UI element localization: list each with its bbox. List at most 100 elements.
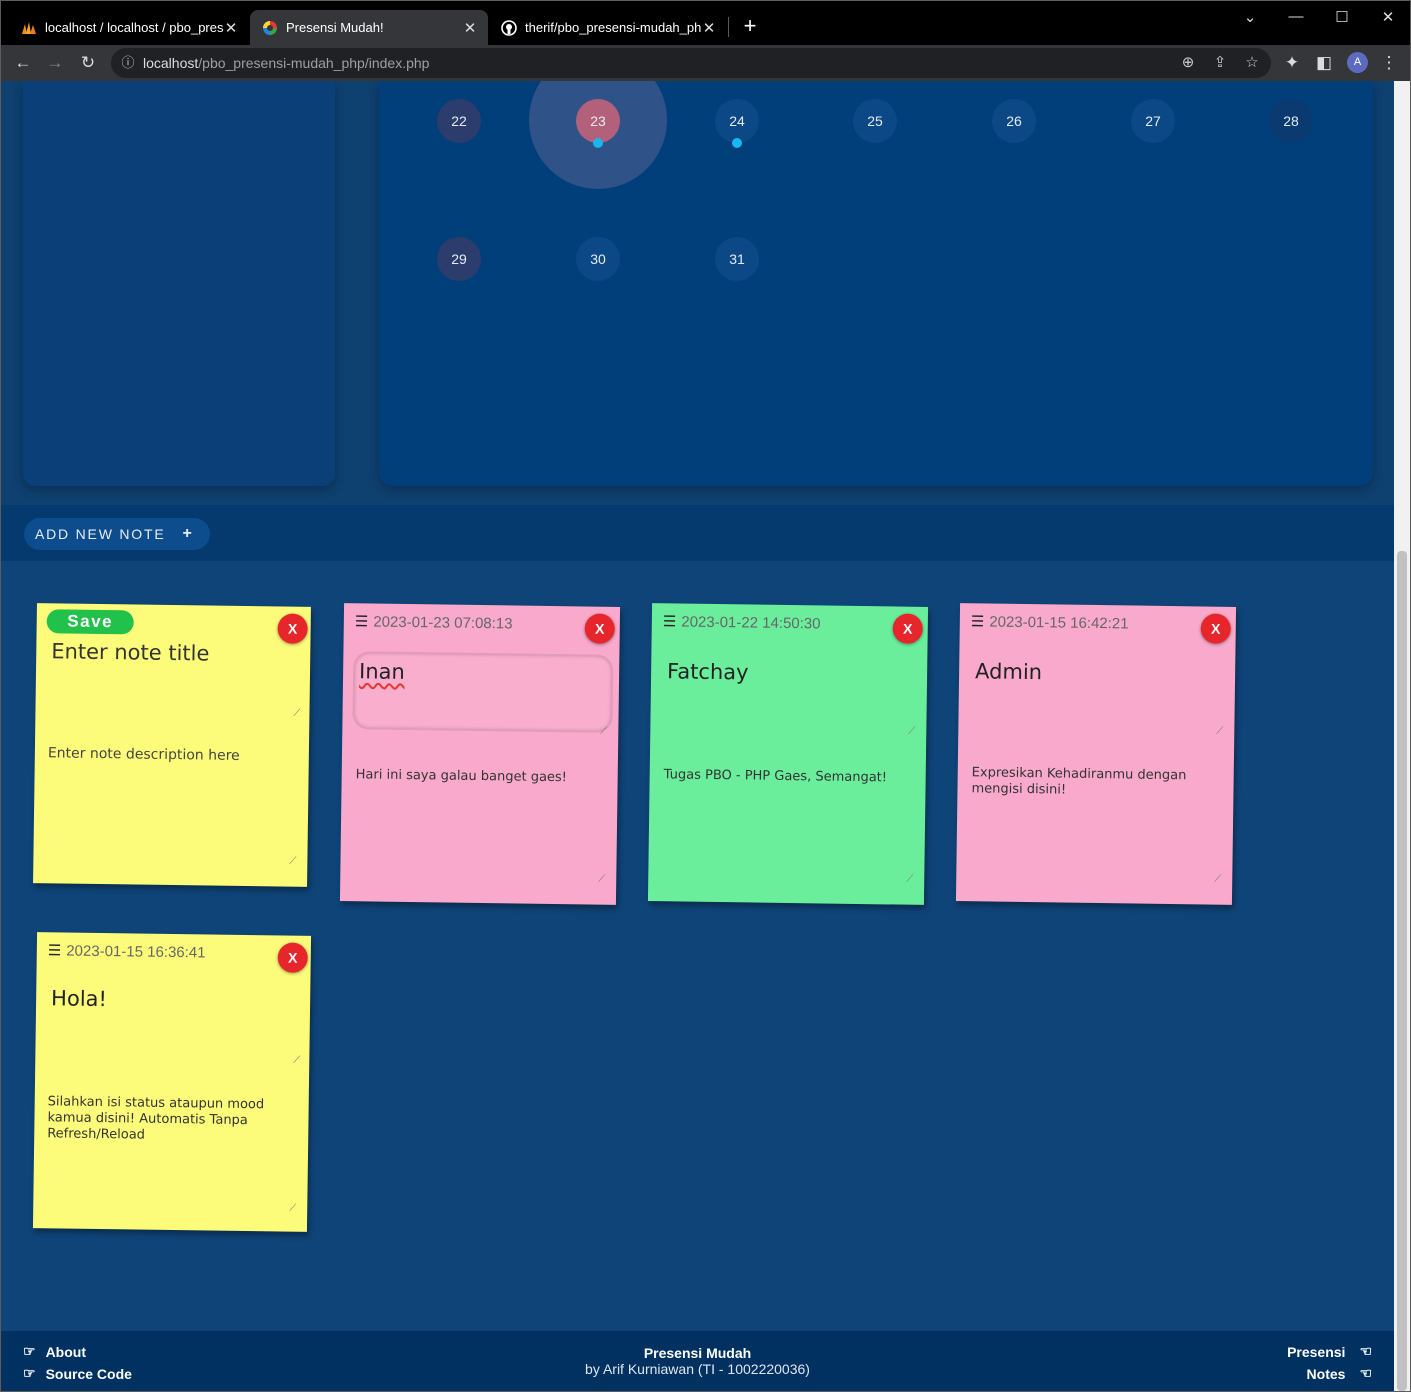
- tab-presensi-mudah[interactable]: Presensi Mudah! ✕: [250, 10, 488, 45]
- address-bar[interactable]: ⓘ localhost/pbo_presensi-mudah_php/index…: [111, 48, 1271, 78]
- pointing-hand-icon: ☜: [1359, 1365, 1372, 1381]
- delete-note-button[interactable]: X: [277, 613, 308, 644]
- resize-grip-icon[interactable]: ⟋: [293, 1055, 303, 1066]
- calendar-day[interactable]: 24: [715, 99, 759, 143]
- add-note-label: ADD NEW NOTE: [35, 526, 166, 542]
- note-card: ☰ 2023-01-15 16:36:41 X Hola! ⟋ Silahkan …: [32, 932, 312, 1232]
- resize-grip-icon[interactable]: ⟋: [598, 874, 608, 885]
- resize-grip-icon[interactable]: ⟋: [289, 856, 299, 867]
- dashboard-area: 22 23 24 25 26 27 28 29 30 31: [1, 81, 1394, 505]
- footer-byline: by Arif Kurniawan (TI - 1002220036): [585, 1361, 810, 1377]
- close-window-icon[interactable]: ✕: [1376, 8, 1400, 26]
- footer: ☞ About ☞ Source Code Presensi Mudah by Ar…: [1, 1331, 1394, 1391]
- save-button[interactable]: Save: [46, 609, 134, 635]
- note-card: ☰ 2023-01-15 16:42:21 X Admin ⟋ Expresika…: [955, 603, 1237, 905]
- notes-label: Notes: [1306, 1365, 1346, 1382]
- notes-link[interactable]: Notes ☜: [1307, 1365, 1372, 1382]
- tab-phpmyadmin[interactable]: localhost / localhost / pbo_presensi_mud…: [9, 10, 249, 45]
- tab-search-icon[interactable]: ⌄: [1238, 8, 1262, 26]
- note-description[interactable]: Expresikan Kehadiranmu dengan mengisi di…: [971, 765, 1211, 800]
- footer-title: Presensi Mudah: [643, 1345, 752, 1361]
- note-timestamp: 2023-01-23 07:08:13: [373, 612, 513, 632]
- browser-toolbar: ← → ↻ ⓘ localhost/pbo_presensi-mudah_php…: [1, 45, 1410, 81]
- note-timestamp: 2023-01-22 14:50:30: [681, 612, 821, 632]
- calendar-day[interactable]: 22: [437, 99, 481, 143]
- presensi-label: Presensi: [1287, 1343, 1346, 1360]
- side-panel-icon[interactable]: ◧: [1314, 53, 1334, 73]
- note-card: ☰ 2023-01-22 14:50:30 X Fatchay ⟋ Tugas P…: [647, 603, 929, 905]
- tab-github[interactable]: therif/pbo_presensi-mudah_php: Mini ✕: [489, 10, 727, 45]
- note-title-input[interactable]: Enter note title: [51, 639, 209, 665]
- calendar-day[interactable]: 28: [1269, 99, 1313, 143]
- calendar-day[interactable]: 27: [1131, 99, 1175, 143]
- drag-handle-icon[interactable]: ☰: [48, 941, 62, 959]
- calendar-day[interactable]: 29: [437, 237, 481, 281]
- delete-note-button[interactable]: X: [1200, 613, 1231, 644]
- delete-note-button[interactable]: X: [277, 942, 308, 973]
- zoom-icon[interactable]: ⊕: [1178, 53, 1198, 73]
- back-icon[interactable]: ←: [13, 53, 33, 73]
- resize-grip-icon[interactable]: ⟋: [1216, 726, 1226, 737]
- note-title-input[interactable]: Inan: [359, 659, 405, 684]
- calendar-day[interactable]: 30: [576, 237, 620, 281]
- note-description[interactable]: Hari ini saya galau banget gaes!: [356, 767, 567, 786]
- tab-title: therif/pbo_presensi-mudah_php: Mini: [525, 20, 701, 35]
- new-note-card: Save X Enter note title ⟋ Enter note des…: [33, 603, 311, 887]
- site-info-icon[interactable]: ⓘ: [118, 53, 138, 73]
- note-indicator-dot: [732, 138, 742, 148]
- scrollbar-thumb[interactable]: [1397, 551, 1407, 1391]
- calendar-day[interactable]: 26: [992, 99, 1036, 143]
- sidebar-panel: [23, 81, 335, 486]
- github-icon: [501, 19, 517, 36]
- note-card: ☰ 2023-01-23 07:08:13 X Inan ⟋ Hari ini s…: [339, 603, 621, 905]
- note-description-input[interactable]: Enter note description here: [48, 745, 240, 764]
- resize-grip-icon[interactable]: ⟋: [906, 874, 916, 885]
- forward-icon[interactable]: →: [45, 53, 65, 73]
- calendar-day[interactable]: 25: [853, 99, 897, 143]
- note-timestamp: 2023-01-15 16:42:21: [989, 612, 1129, 632]
- note-description[interactable]: Silahkan isi status ataupun mood kamua d…: [47, 1094, 283, 1145]
- tab-title: localhost / localhost / pbo_presensi_mud…: [45, 20, 223, 35]
- resize-grip-icon[interactable]: ⟋: [289, 1203, 299, 1214]
- add-new-note-button[interactable]: ADD NEW NOTE +: [24, 518, 210, 550]
- note-title-input[interactable]: Admin: [975, 659, 1042, 684]
- share-icon[interactable]: ⇪: [1210, 53, 1230, 73]
- presensi-link[interactable]: Presensi ☜: [1287, 1343, 1372, 1360]
- calendar-day[interactable]: 31: [715, 237, 759, 281]
- calendar-panel: 22 23 24 25 26 27 28 29 30 31: [379, 81, 1373, 486]
- note-timestamp: 2023-01-15 16:36:41: [66, 942, 206, 961]
- footer-credits: Presensi Mudah by Arif Kurniawan (TI - 1…: [1, 1345, 1394, 1377]
- tab-close-icon[interactable]: ✕: [701, 19, 717, 37]
- resize-grip-icon[interactable]: ⟋: [908, 726, 918, 737]
- drag-handle-icon[interactable]: ☰: [663, 612, 677, 630]
- url-path: /pbo_presensi-mudah_php/index.php: [198, 55, 430, 71]
- tab-title: Presensi Mudah!: [286, 20, 384, 35]
- delete-note-button[interactable]: X: [584, 613, 615, 644]
- tab-strip: localhost / localhost / pbo_presensi_mud…: [1, 1, 1410, 45]
- scrollbar[interactable]: [1394, 81, 1410, 1391]
- drag-handle-icon[interactable]: ☰: [355, 612, 369, 630]
- minimize-icon[interactable]: —: [1284, 8, 1308, 26]
- resize-grip-icon[interactable]: ⟋: [293, 708, 303, 719]
- reload-icon[interactable]: ↻: [78, 53, 98, 73]
- tab-close-icon[interactable]: ✕: [462, 19, 478, 37]
- resize-grip-icon[interactable]: ⟋: [600, 726, 610, 737]
- delete-note-button[interactable]: X: [892, 613, 923, 644]
- note-header: ☰ 2023-01-22 14:50:30: [663, 612, 821, 632]
- tab-close-icon[interactable]: ✕: [223, 19, 239, 37]
- resize-grip-icon[interactable]: ⟋: [1214, 874, 1224, 885]
- note-indicator-dot: [593, 138, 603, 148]
- note-title-input[interactable]: Fatchay: [667, 659, 749, 684]
- notes-toolbar: ADD NEW NOTE +: [1, 505, 1394, 561]
- bookmark-star-icon[interactable]: ☆: [1242, 53, 1262, 73]
- note-description[interactable]: Tugas PBO - PHP Gaes, Semangat!: [664, 767, 888, 786]
- extensions-icon[interactable]: ✦: [1282, 53, 1302, 73]
- drag-handle-icon[interactable]: ☰: [971, 612, 985, 630]
- maximize-icon[interactable]: ☐: [1330, 8, 1354, 26]
- note-title-input[interactable]: Hola!: [51, 986, 107, 1011]
- calendar-day-today[interactable]: 23: [576, 99, 620, 143]
- menu-kebab-icon[interactable]: ⋮: [1379, 53, 1399, 73]
- profile-avatar[interactable]: A: [1347, 52, 1368, 73]
- url-host: localhost: [143, 55, 199, 71]
- new-tab-icon[interactable]: +: [741, 15, 759, 37]
